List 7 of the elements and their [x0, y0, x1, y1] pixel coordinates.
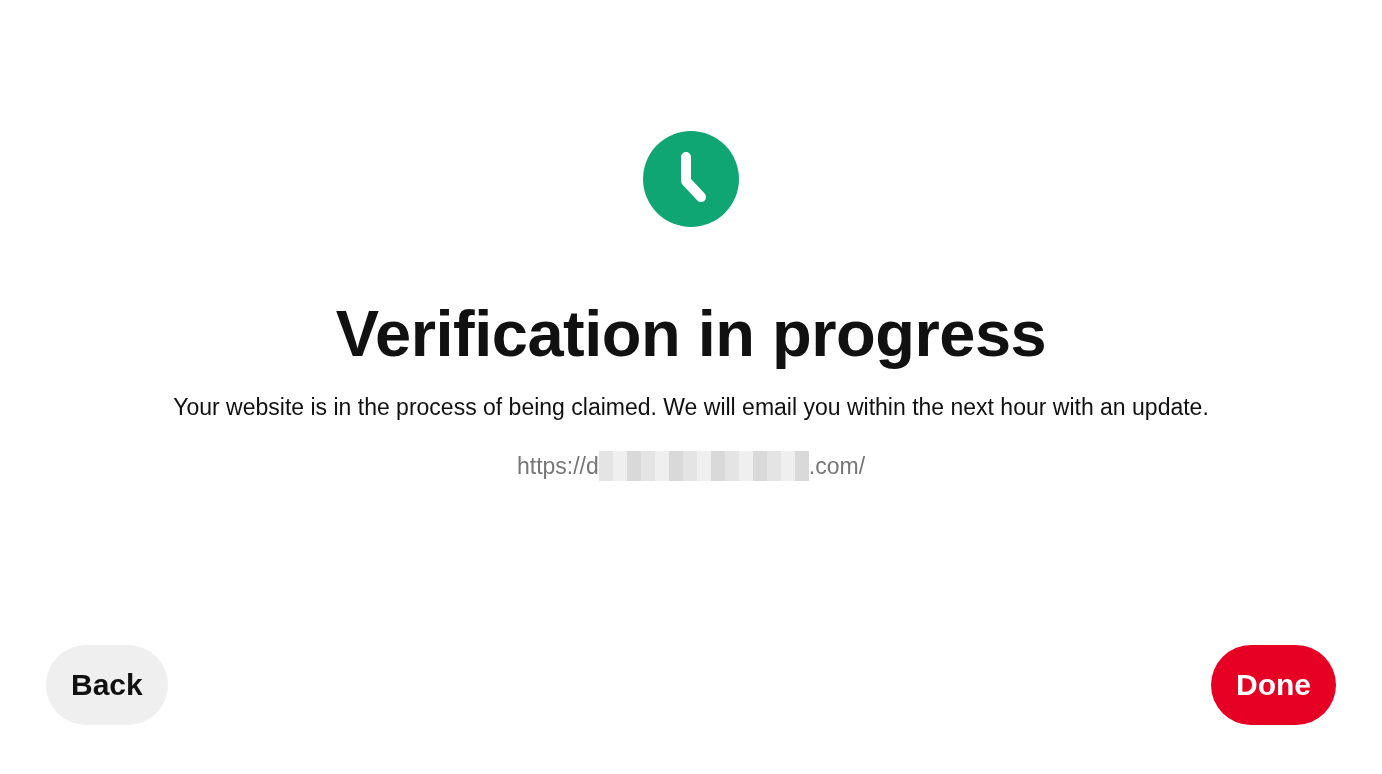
done-button[interactable]: Done [1211, 645, 1336, 725]
status-message: Your website is in the process of being claimed. We will email you within the next hour with an update. [173, 393, 1209, 422]
website-url: .com/ [808, 452, 866, 480]
back-button[interactable]: Back [46, 645, 168, 725]
status-title: Verification in progress [335, 297, 1047, 372]
clock-icon [643, 131, 739, 227]
website-url: https://d [516, 452, 599, 480]
